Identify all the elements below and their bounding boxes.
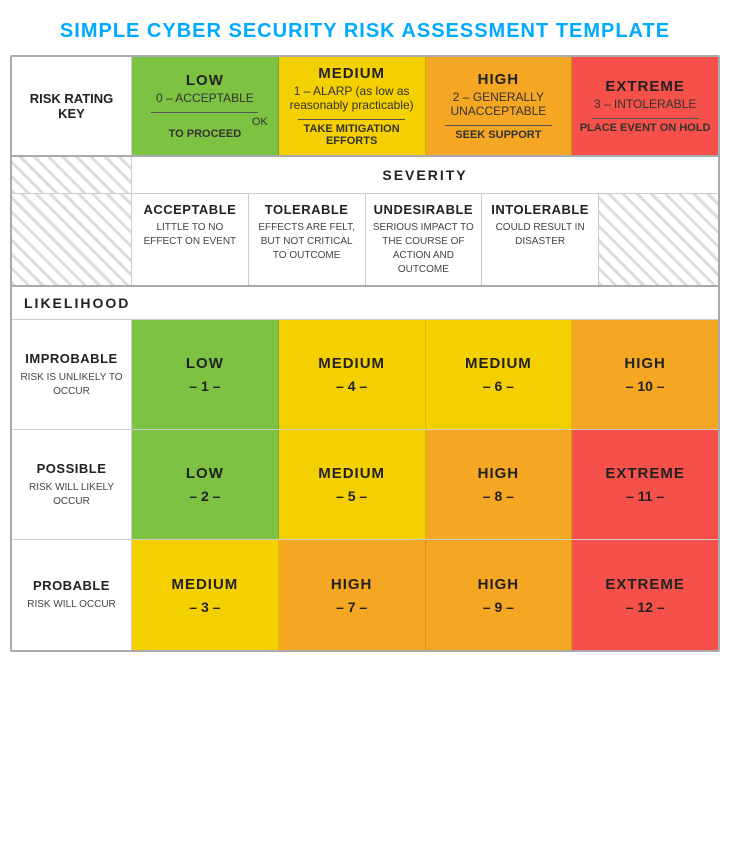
dc-level-prob-4: EXTREME [605,576,685,593]
risk-key-label: RISK RATING KEY [12,57,132,155]
risk-key-cell-low: LOW 0 – ACCEPTABLE OK TO PROCEED [132,57,279,155]
dc-level-imp-3: MEDIUM [465,355,532,372]
likelihood-label-probable: PROBABLE RISK WILL OCCUR [12,540,132,650]
sev-header-acceptable: ACCEPTABLE [143,202,236,217]
dc-number-pos-3: – 8 – [483,488,514,504]
data-cell-imp-1: LOW – 1 – [132,320,279,429]
rk-action-extreme: PLACE EVENT ON HOLD [580,122,711,134]
severity-col-tolerable: TOLERABLE EFFECTS ARE FELT, BUT NOT CRIT… [249,194,366,285]
data-cell-prob-3: HIGH – 9 – [426,540,573,650]
likelihood-section: LIKELIHOOD IMPROBABLE RISK IS UNLIKELY T… [12,287,718,650]
dc-level-imp-2: MEDIUM [318,355,385,372]
likelihood-data-possible: LOW – 2 – MEDIUM – 5 – HIGH – 8 – EXTREM… [132,430,718,539]
likelihood-row-probable: PROBABLE RISK WILL OCCUR MEDIUM – 3 – HI… [12,540,718,650]
data-cell-prob-1: MEDIUM – 3 – [132,540,279,650]
dc-number-prob-3: – 9 – [483,599,514,615]
sev-desc-undesirable: SERIOUS IMPACT TO THE COURSE OF ACTION A… [372,221,476,277]
severity-hatch-right [598,194,718,285]
likelihood-rows: IMPROBABLE RISK IS UNLIKELY TO OCCUR LOW… [12,320,718,650]
likelihood-row-improbable: IMPROBABLE RISK IS UNLIKELY TO OCCUR LOW… [12,320,718,430]
page-title: SIMPLE CYBER SECURITY RISK ASSESSMENT TE… [10,10,720,55]
lh-name-possible: POSSIBLE [37,461,107,476]
dc-level-pos-2: MEDIUM [318,465,385,482]
dc-level-imp-4: HIGH [624,355,666,372]
likelihood-label-possible: POSSIBLE RISK WILL LIKELY OCCUR [12,430,132,539]
data-cell-pos-2: MEDIUM – 5 – [279,430,426,539]
likelihood-row-possible: POSSIBLE RISK WILL LIKELY OCCUR LOW – 2 … [12,430,718,540]
dc-number-prob-2: – 7 – [336,599,367,615]
lh-desc-possible: RISK WILL LIKELY OCCUR [20,481,123,509]
rk-action-high: SEEK SUPPORT [455,129,541,141]
likelihood-data-improbable: LOW – 1 – MEDIUM – 4 – MEDIUM – 6 – HIGH… [132,320,718,429]
data-cell-imp-4: HIGH – 10 – [572,320,718,429]
sev-desc-tolerable: EFFECTS ARE FELT, BUT NOT CRITICAL TO OU… [255,221,359,263]
sev-header-intolerable: INTOLERABLE [491,202,589,217]
dc-level-pos-3: HIGH [478,465,520,482]
data-cell-imp-2: MEDIUM – 4 – [279,320,426,429]
dc-level-prob-3: HIGH [478,576,520,593]
lh-name-probable: PROBABLE [33,578,110,593]
rk-level-low: LOW [186,72,224,89]
likelihood-data-probable: MEDIUM – 3 – HIGH – 7 – HIGH – 9 – EXTRE… [132,540,718,650]
rk-number-medium: 1 – ALARP (as low as reasonably practica… [285,84,419,112]
risk-key-cell-extreme: EXTREME 3 – INTOLERABLE PLACE EVENT ON H… [572,57,718,155]
lh-desc-improbable: RISK IS UNLIKELY TO OCCUR [20,371,123,399]
dc-level-prob-1: MEDIUM [171,576,238,593]
lh-desc-probable: RISK WILL OCCUR [27,598,116,612]
rk-action-low: TO PROCEED [169,128,242,140]
dc-number-imp-4: – 10 – [626,378,665,394]
rk-level-high: HIGH [478,71,520,88]
data-cell-prob-4: EXTREME – 12 – [572,540,718,650]
likelihood-label-improbable: IMPROBABLE RISK IS UNLIKELY TO OCCUR [12,320,132,429]
dc-number-pos-2: – 5 – [336,488,367,504]
dc-number-imp-2: – 4 – [336,378,367,394]
severity-header-row: SEVERITY [12,157,718,194]
dc-number-prob-4: – 12 – [626,599,665,615]
data-cell-prob-2: HIGH – 7 – [279,540,426,650]
dc-level-imp-1: LOW [186,355,224,372]
dc-level-pos-1: LOW [186,465,224,482]
risk-key-cells: LOW 0 – ACCEPTABLE OK TO PROCEED MEDIUM … [132,57,718,155]
data-cell-pos-3: HIGH – 8 – [426,430,573,539]
rk-number-high: 2 – GENERALLY UNACCEPTABLE [432,90,566,118]
dc-number-prob-1: – 3 – [189,599,220,615]
dc-number-imp-3: – 6 – [483,378,514,394]
severity-hatch-topleft [12,157,132,193]
sev-header-tolerable: TOLERABLE [265,202,349,217]
sev-header-undesirable: UNDESIRABLE [374,202,473,217]
rk-ok-low: OK [138,116,272,128]
dc-number-pos-1: – 2 – [189,488,220,504]
severity-title: SEVERITY [132,157,718,193]
data-cell-pos-1: LOW – 2 – [132,430,279,539]
rk-level-medium: MEDIUM [318,65,385,82]
severity-col-acceptable: ACCEPTABLE LITTLE TO NO EFFECT ON EVENT [132,194,249,285]
severity-columns-row: ACCEPTABLE LITTLE TO NO EFFECT ON EVENT … [12,194,718,285]
dc-number-pos-4: – 11 – [626,488,664,504]
severity-col-intolerable: INTOLERABLE COULD RESULT IN DISASTER [482,194,598,285]
rk-number-extreme: 3 – INTOLERABLE [594,97,697,111]
lh-name-improbable: IMPROBABLE [25,351,117,366]
severity-hatch-left [12,194,132,285]
sev-desc-intolerable: COULD RESULT IN DISASTER [488,221,592,249]
severity-col-undesirable: UNDESIRABLE SERIOUS IMPACT TO THE COURSE… [366,194,483,285]
risk-key-section: RISK RATING KEY LOW 0 – ACCEPTABLE OK TO… [12,57,718,157]
rk-number-low: 0 – ACCEPTABLE [156,91,254,105]
dc-number-imp-1: – 1 – [189,378,220,394]
severity-section: SEVERITY ACCEPTABLE LITTLE TO NO EFFECT … [12,157,718,287]
sev-desc-acceptable: LITTLE TO NO EFFECT ON EVENT [138,221,242,249]
risk-key-cell-medium: MEDIUM 1 – ALARP (as low as reasonably p… [279,57,426,155]
data-cell-pos-4: EXTREME – 11 – [572,430,718,539]
rk-level-extreme: EXTREME [605,78,685,95]
dc-level-pos-4: EXTREME [605,465,685,482]
likelihood-header: LIKELIHOOD [12,287,718,320]
rk-action-medium: TAKE MITIGATION EFFORTS [285,123,419,147]
risk-key-cell-high: HIGH 2 – GENERALLY UNACCEPTABLE SEEK SUP… [426,57,573,155]
dc-level-prob-2: HIGH [331,576,373,593]
data-cell-imp-3: MEDIUM – 6 – [426,320,573,429]
